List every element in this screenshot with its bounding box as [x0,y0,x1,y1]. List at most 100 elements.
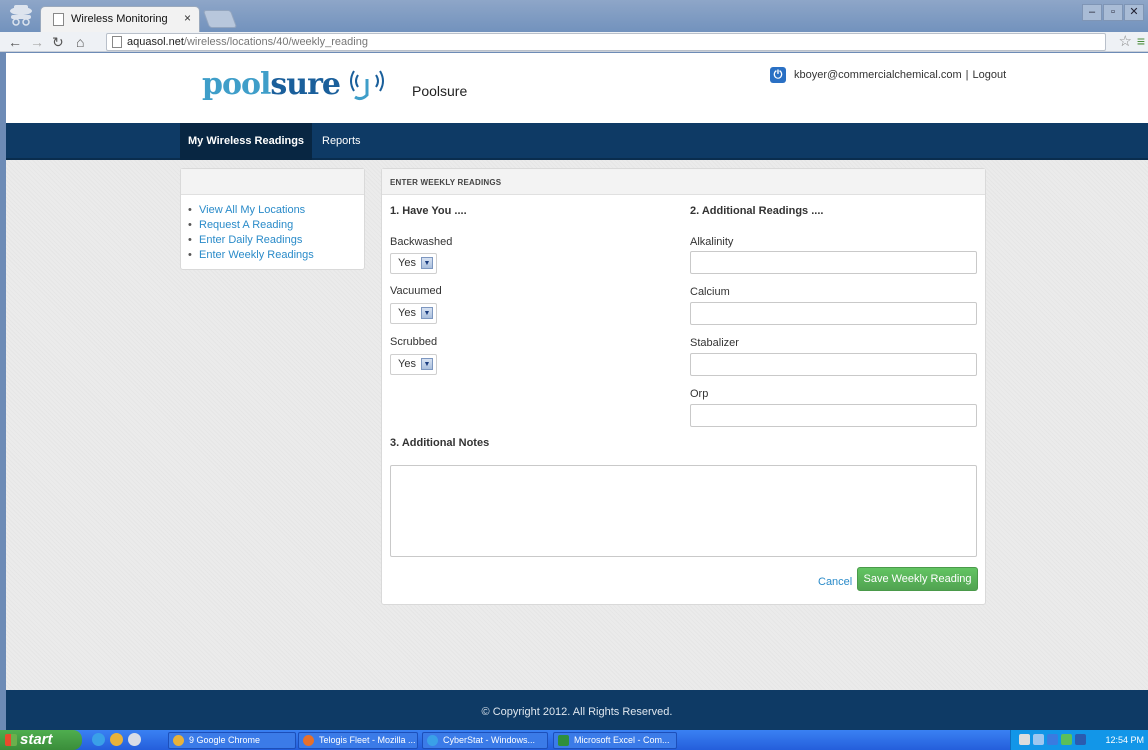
address-bar[interactable]: aquasol.net/wireless/locations/40/weekly… [106,33,1106,51]
minimize-icon[interactable]: – [1082,4,1102,21]
user-email: kboyer@commercialchemical.com [794,69,962,81]
ie-icon[interactable] [92,733,105,746]
vacuumed-select[interactable]: Yes ▼ [390,303,437,324]
start-button[interactable]: start [0,730,82,750]
system-tray: 12:54 PM [1010,730,1148,750]
task-excel[interactable]: Microsoft Excel - Com... [553,732,677,749]
panel-title: ENTER WEEKLY READINGS [382,169,985,195]
task-label: Microsoft Excel - Com... [574,735,670,745]
scrubbed-select[interactable]: Yes ▼ [390,354,437,375]
page-icon [112,36,122,48]
scrubbed-value: Yes [398,358,416,370]
vacuumed-label: Vacuumed [390,285,442,297]
backwashed-label: Backwashed [390,236,453,248]
section-additional-notes-title: 3. Additional Notes [390,437,490,449]
copyright-text: © Copyright 2012. All Rights Reserved. [481,706,673,718]
close-window-icon[interactable]: ✕ [1124,4,1144,21]
app-icon[interactable] [128,733,141,746]
backwashed-select[interactable]: Yes ▼ [390,253,437,274]
task-firefox[interactable]: Telogis Fleet - Mozilla ... [298,732,418,749]
url-host: aquasol.net [127,36,184,48]
vacuumed-value: Yes [398,307,416,319]
app-tray-icon[interactable] [1075,734,1086,745]
notes-textarea[interactable] [390,465,977,557]
chrome-icon[interactable] [110,733,123,746]
url-path: /wireless/locations/40/weekly_reading [183,36,368,48]
nav-reports[interactable]: Reports [314,123,369,160]
logo-text-sure: sure [270,67,341,102]
tray-icons [1019,734,1086,745]
orp-input[interactable] [690,404,977,427]
tab-title: Wireless Monitoring [71,13,168,25]
task-ie[interactable]: CyberStat - Windows... [422,732,548,749]
main-navbar: My Wireless Readings Reports [6,123,1148,160]
save-weekly-reading-button[interactable]: Save Weekly Reading [857,567,978,591]
sidebar: View All My Locations Request A Reading … [180,168,365,270]
start-label: start [20,731,53,748]
scrubbed-label: Scrubbed [390,336,438,348]
calcium-label: Calcium [690,286,730,298]
alkalinity-label: Alkalinity [690,236,734,248]
logo-waves-icon [346,65,388,109]
window-controls: – ▫ ✕ [1082,4,1144,21]
backwashed-value: Yes [398,257,416,269]
sidebar-link-weekly-readings[interactable]: Enter Weekly Readings [188,248,364,263]
browser-titlebar: Wireless Monitoring × – ▫ ✕ [0,0,1148,32]
logo-text-pool: pool [202,67,271,102]
browser-tab[interactable]: Wireless Monitoring × [40,6,200,32]
web-page: poolsure Poolsure ⏻ kboyer@commercialche… [6,53,1148,730]
alkalinity-input[interactable] [690,251,977,274]
network-icon[interactable] [1033,734,1044,745]
forward-arrow-icon[interactable]: → [30,33,44,51]
sidebar-link-view-locations[interactable]: View All My Locations [188,203,364,218]
brand-name: Poolsure [412,83,468,99]
quick-launch [92,733,141,746]
section-additional-readings-title: 2. Additional Readings .... [690,205,824,217]
help-icon[interactable] [1019,734,1030,745]
task-label: 9 Google Chrome [189,735,261,745]
back-arrow-icon[interactable]: ← [8,33,22,51]
stabalizer-label: Stabalizer [690,337,739,349]
chevron-down-icon: ▼ [421,307,433,319]
home-icon[interactable]: ⌂ [76,33,84,51]
task-label: CyberStat - Windows... [443,735,536,745]
clock: 12:54 PM [1105,735,1144,745]
bookmark-star-icon[interactable]: ☆ [1119,32,1132,50]
firefox-icon [303,735,314,746]
reload-icon[interactable]: ↻ [52,33,64,51]
cancel-link[interactable]: Cancel [818,576,852,588]
orp-label: Orp [690,388,709,400]
new-tab-button[interactable] [202,10,238,28]
chevron-down-icon: ▼ [421,358,433,370]
nav-my-wireless-readings[interactable]: My Wireless Readings [180,123,313,160]
security-icon[interactable] [1061,734,1072,745]
separator: | [965,69,969,81]
incognito-icon [6,2,36,28]
page-icon [53,13,64,26]
sidebar-header [181,169,364,195]
browser-toolbar: ← → ↻ ⌂ aquasol.net/wireless/locations/4… [0,32,1148,52]
task-label: Telogis Fleet - Mozilla ... [319,735,416,745]
user-box: ⏻ kboyer@commercialchemical.com | Logout [770,67,1006,83]
sidebar-link-daily-readings[interactable]: Enter Daily Readings [188,233,364,248]
site-footer: © Copyright 2012. All Rights Reserved. [6,690,1148,730]
ie-icon [427,735,438,746]
task-chrome[interactable]: 9 Google Chrome [168,732,296,749]
volume-icon[interactable] [1047,734,1058,745]
site-header: poolsure Poolsure ⏻ kboyer@commercialche… [6,53,1148,123]
sidebar-links: View All My Locations Request A Reading … [181,195,364,263]
windows-taskbar: start 9 Google Chrome Telogis Fleet - Mo… [0,730,1148,750]
chevron-down-icon: ▼ [421,257,433,269]
calcium-input[interactable] [690,302,977,325]
weekly-readings-panel: ENTER WEEKLY READINGS 1. Have You .... 2… [381,168,986,605]
address-text: aquasol.net/wireless/locations/40/weekly… [127,36,368,48]
section-have-you-title: 1. Have You .... [390,205,467,217]
close-tab-icon[interactable]: × [184,11,191,25]
chrome-icon [173,735,184,746]
stabalizer-input[interactable] [690,353,977,376]
logout-link[interactable]: Logout [973,69,1007,81]
sidebar-link-request-reading[interactable]: Request A Reading [188,218,364,233]
browser-menu-icon[interactable]: ≡ [1137,33,1145,49]
poolsure-logo[interactable]: poolsure [202,67,341,102]
restore-icon[interactable]: ▫ [1103,4,1123,21]
